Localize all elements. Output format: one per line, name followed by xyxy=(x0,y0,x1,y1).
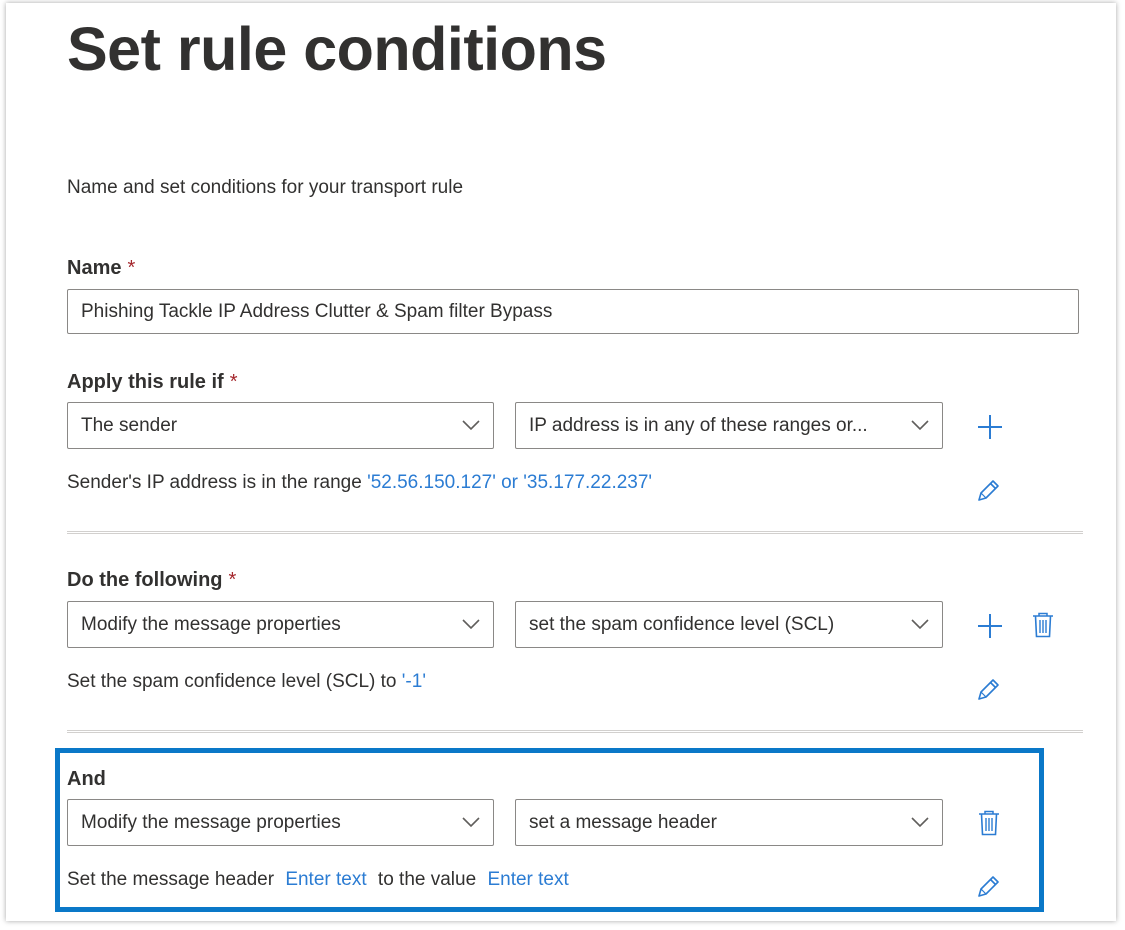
plus-icon[interactable] xyxy=(977,414,1003,440)
trash-icon[interactable] xyxy=(1032,612,1054,638)
name-label-text: Name xyxy=(67,257,122,279)
action-dropdown-value: Modify the message properties xyxy=(81,614,341,635)
condition-description-text: Sender's IP address is in the range xyxy=(67,472,368,493)
required-marker: * xyxy=(229,371,238,393)
apply-rule-label: Apply this rule if * xyxy=(67,371,237,394)
condition-detail-dropdown-value: IP address is in any of these ranges or.… xyxy=(529,415,868,436)
scl-value-link[interactable]: '-1' xyxy=(402,671,426,692)
plus-icon[interactable] xyxy=(977,613,1003,639)
chevron-down-icon xyxy=(911,420,929,431)
chevron-down-icon xyxy=(911,619,929,630)
section-divider xyxy=(67,730,1083,733)
condition-description: Sender's IP address is in the range '52.… xyxy=(67,472,652,494)
name-label: Name * xyxy=(67,257,135,280)
highlight-box xyxy=(55,748,1044,912)
action-dropdown[interactable]: Modify the message properties xyxy=(67,601,494,648)
condition-dropdown[interactable]: The sender xyxy=(67,402,494,449)
apply-rule-label-text: Apply this rule if xyxy=(67,371,224,393)
condition-detail-dropdown[interactable]: IP address is in any of these ranges or.… xyxy=(515,402,943,449)
pencil-icon[interactable] xyxy=(975,478,1001,504)
chevron-down-icon xyxy=(462,619,480,630)
required-marker: * xyxy=(127,257,136,279)
section-divider xyxy=(67,531,1083,534)
ip-range-link[interactable]: '52.56.150.127' or '35.177.22.237' xyxy=(367,472,652,493)
action-description: Set the spam confidence level (SCL) to '… xyxy=(67,671,426,693)
rule-name-input[interactable] xyxy=(67,289,1079,334)
page-title: Set rule conditions xyxy=(67,15,607,83)
action-detail-dropdown-value: set the spam confidence level (SCL) xyxy=(529,614,835,635)
chevron-down-icon xyxy=(462,420,480,431)
action-description-text: Set the spam confidence level (SCL) to xyxy=(67,671,402,692)
required-marker: * xyxy=(228,569,237,591)
actions-label-text: Do the following xyxy=(67,569,223,591)
pencil-icon[interactable] xyxy=(975,677,1001,703)
actions-label: Do the following * xyxy=(67,569,236,592)
page-subtitle: Name and set conditions for your transpo… xyxy=(67,177,464,198)
action-detail-dropdown[interactable]: set the spam confidence level (SCL) xyxy=(515,601,943,648)
condition-dropdown-value: The sender xyxy=(81,415,178,436)
